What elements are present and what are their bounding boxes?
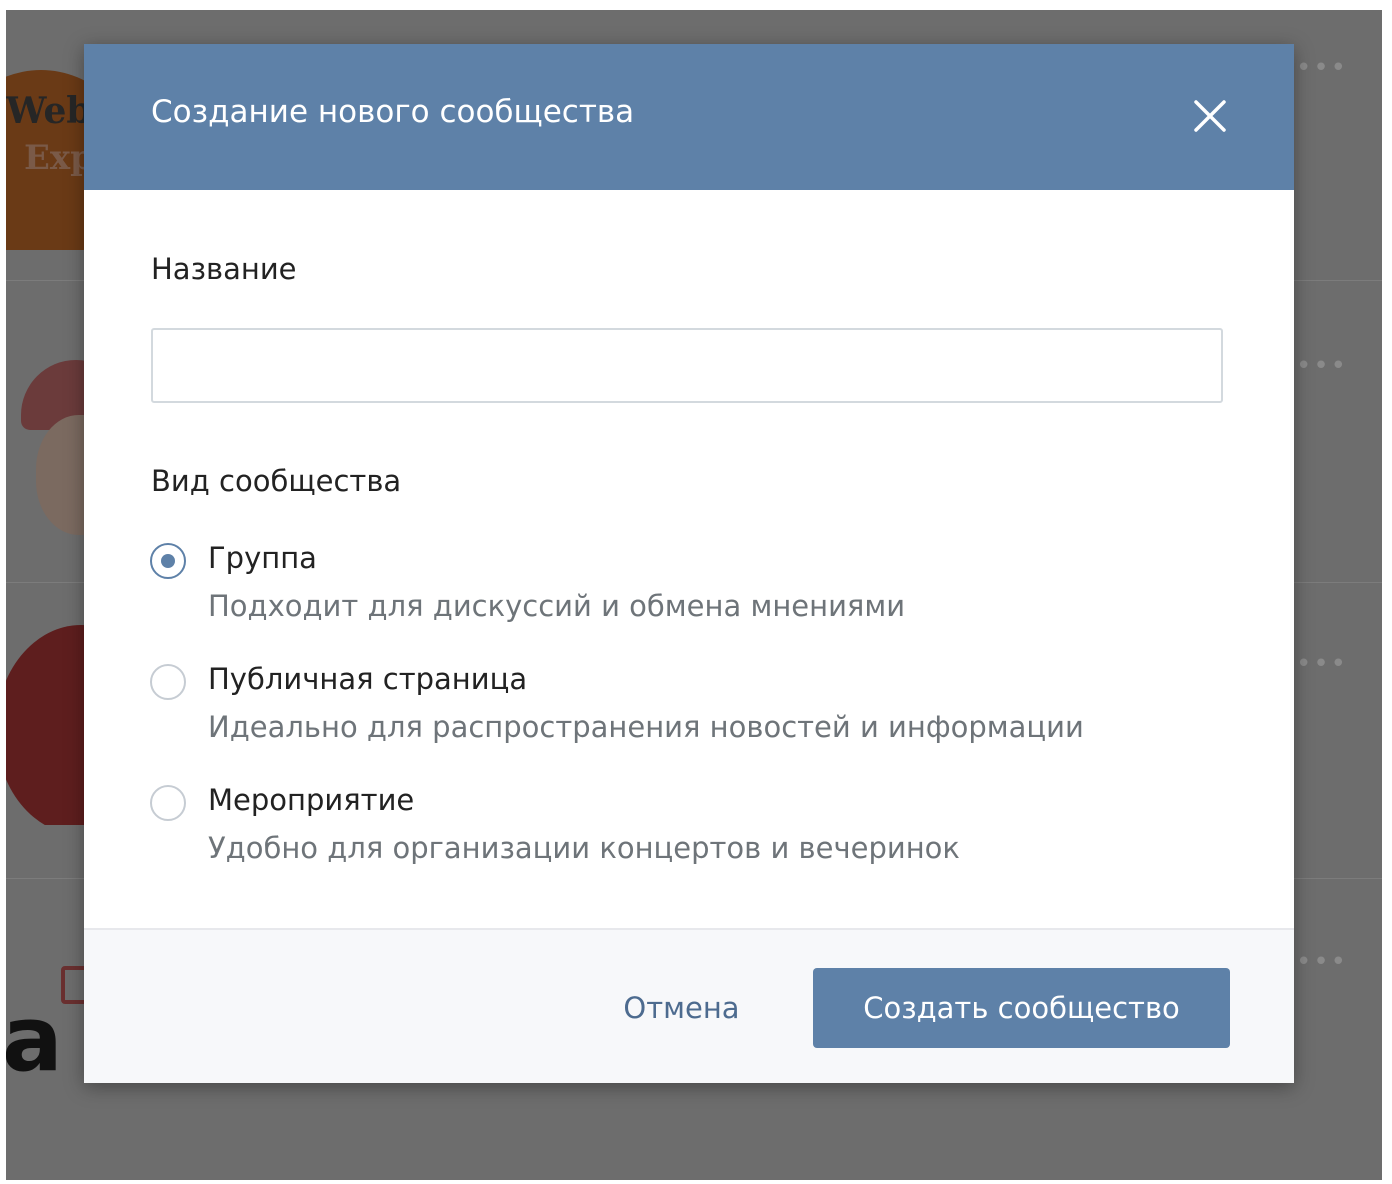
dialog-header: Создание нового сообщества [84,44,1294,190]
create-community-button[interactable]: Создать сообщество [813,968,1230,1048]
option-title: Публичная страница [208,662,528,696]
more-options-icon[interactable]: ••• [1296,353,1348,379]
community-name-input[interactable] [151,328,1223,403]
avatar-text: a [6,987,63,1092]
create-community-dialog: Создание нового сообщества Название Вид … [84,44,1294,1083]
option-description: Идеально для распространения новостей и … [208,710,1084,744]
community-type-label: Вид сообщества [151,464,402,498]
more-options-icon[interactable]: ••• [1296,651,1348,677]
name-label: Название [151,252,297,286]
dialog-title: Создание нового сообщества [151,94,635,130]
radio-button-checked-icon[interactable] [150,543,186,579]
radio-button-icon[interactable] [150,664,186,700]
radio-button-icon[interactable] [150,785,186,821]
option-title: Группа [208,541,317,575]
cancel-button[interactable]: Отмена [604,968,759,1048]
close-icon[interactable] [1190,96,1230,136]
more-options-icon[interactable]: ••• [1296,55,1348,81]
more-options-icon[interactable]: ••• [1296,949,1348,975]
option-title: Мероприятие [208,783,415,817]
option-description: Подходит для дискуссий и обмена мнениями [208,589,906,623]
footer-divider [84,928,1294,930]
option-description: Удобно для организации концертов и вечер… [208,831,960,865]
